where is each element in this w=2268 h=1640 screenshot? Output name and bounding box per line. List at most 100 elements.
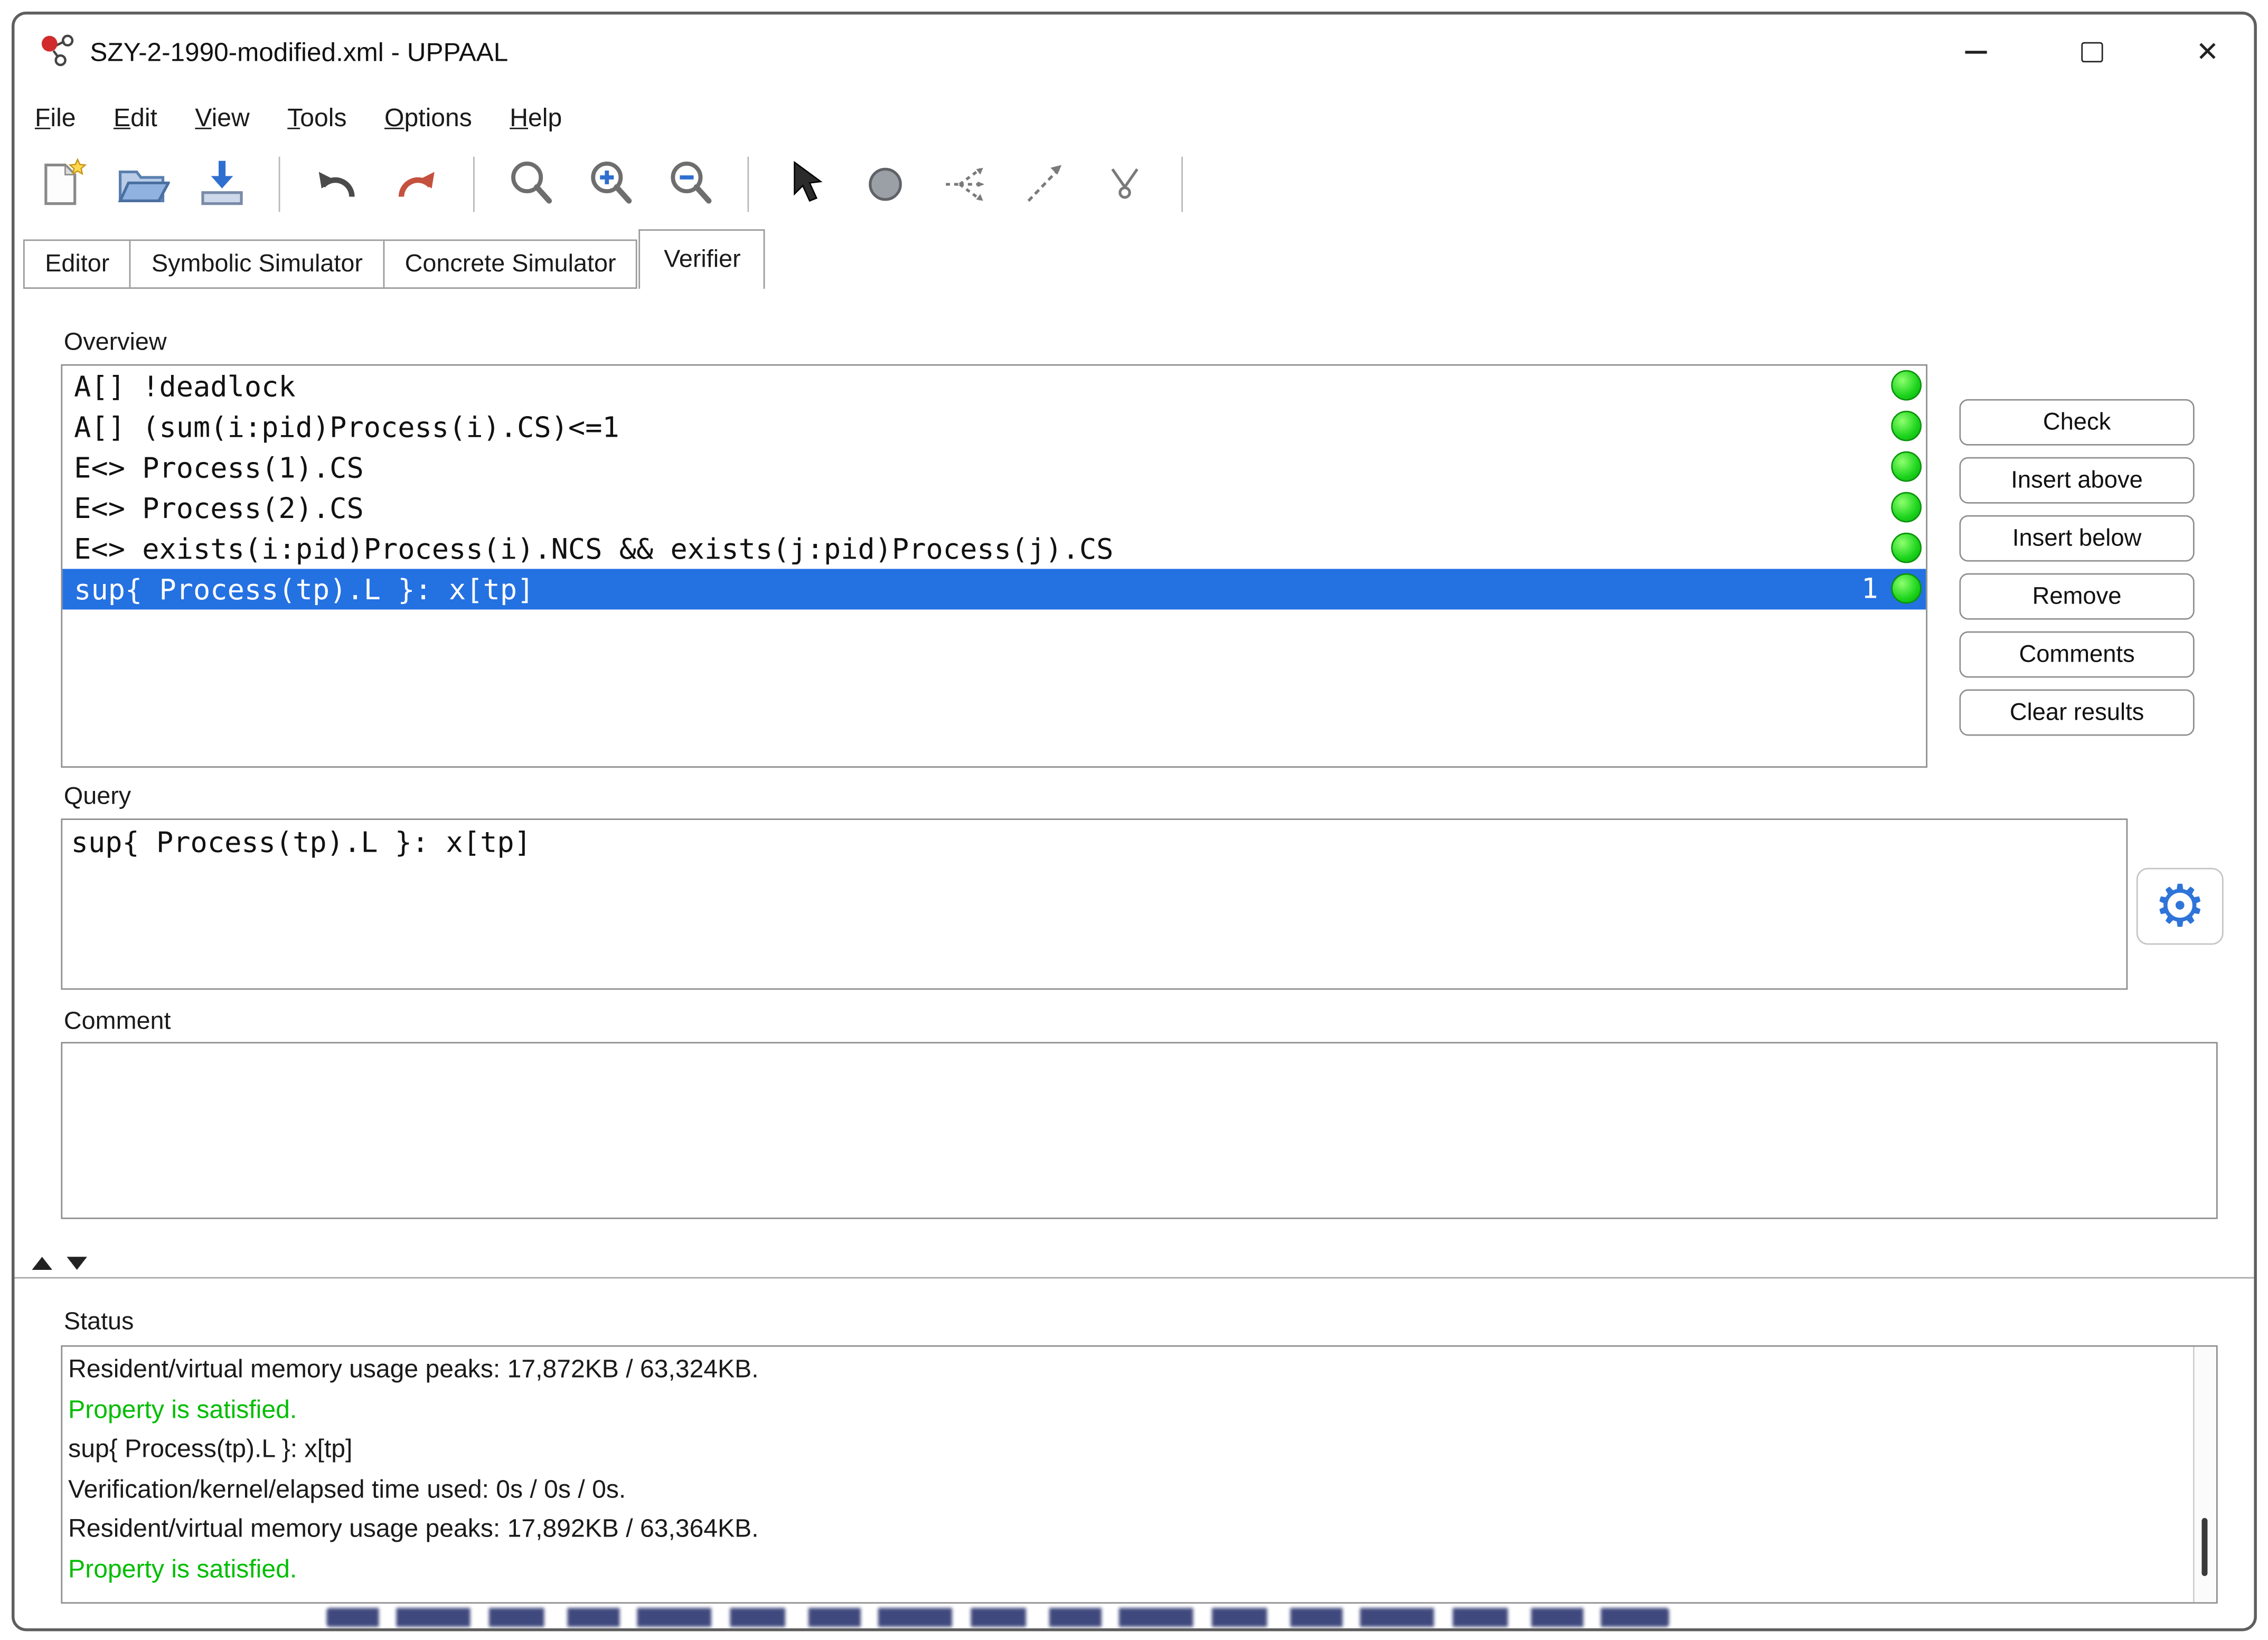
menu-file[interactable]: File [35,102,76,133]
selection-tool-button[interactable] [775,154,836,214]
comment-label: Comment [64,1007,171,1036]
query-row[interactable]: A[] !deadlock [62,366,1926,407]
add-branchpoint-tool-button[interactable] [935,154,995,214]
location-circle-icon [858,157,912,212]
uppaal-logo-icon [37,32,75,69]
menu-view[interactable]: View [195,102,249,133]
branchpoint-icon [938,157,993,212]
open-file-icon [115,157,170,212]
add-location-tool-button[interactable] [855,154,916,214]
overview-query-list[interactable]: A[] !deadlock A[] (sum(i:pid)Process(i).… [61,364,1927,768]
query-row-selected[interactable]: sup{ Process(tp).L }: x[tp] 1 [62,569,1926,609]
insert-above-button[interactable]: Insert above [1959,457,2194,504]
menu-tools[interactable]: Tools [287,102,346,133]
status-line: Resident/virtual memory usage peaks: 17,… [68,1509,2187,1549]
nail-icon [1097,157,1152,212]
tab-symbolic-simulator[interactable]: Symbolic Simulator [131,241,385,287]
open-file-button[interactable] [112,154,173,214]
query-text: sup{ Process(tp).L }: x[tp] [74,572,534,606]
insert-below-button[interactable]: Insert below [1959,515,2194,562]
toolbar-divider [279,157,280,212]
menu-options[interactable]: Options [384,102,472,133]
scrollbar-thumb[interactable] [2201,1518,2207,1576]
toolbar [14,145,2254,223]
maximize-icon [2081,42,2102,62]
tab-editor[interactable]: Editor [25,241,131,287]
query-text: A[] !deadlock [74,369,295,402]
status-line: Verification/kernel/elapsed time used: 0… [68,1469,2187,1510]
minimize-icon [1964,51,1986,53]
splitter-collapse-down-icon[interactable] [67,1257,87,1270]
status-satisfied-icon [1891,451,1922,482]
comments-button[interactable]: Comments [1959,632,2194,678]
close-button[interactable]: ✕ [2176,23,2239,81]
window-controls: ✕ [1943,23,2239,81]
uppaal-window: SZY-2-1990-modified.xml - UPPAAL ✕ File … [12,12,2257,1631]
query-text: E<> Process(1).CS [74,450,364,484]
comment-editor[interactable] [61,1042,2217,1219]
toolbar-divider [747,157,749,212]
zoom-out-button[interactable] [661,154,721,214]
query-editor[interactable]: sup{ Process(tp).L }: x[tp] [61,818,2128,989]
undo-button[interactable] [306,154,367,214]
remove-button[interactable]: Remove [1959,573,2194,620]
status-line: Property is satisfied. [68,1549,2187,1589]
zoom-icon [504,157,559,212]
minimize-button[interactable] [1943,23,2007,81]
query-row[interactable]: E<> Process(2).CS [62,487,1926,528]
save-file-button[interactable] [192,154,252,214]
status-satisfied-icon [1891,492,1922,523]
redo-button[interactable] [386,154,447,214]
edge-icon [1018,157,1072,212]
status-scrollbar[interactable] [2193,1347,2216,1603]
menu-edit[interactable]: Edit [114,102,157,133]
undo-icon [309,157,364,212]
status-line: sup{ Process(tp).L }: x[tp] [68,1429,2187,1469]
zoom-button[interactable] [501,154,561,214]
window-title: SZY-2-1990-modified.xml - UPPAAL [90,14,508,90]
tab-verifier[interactable]: Verifier [639,229,766,289]
menu-bar: File Edit View Tools Options Help [14,90,2254,145]
add-edge-tool-button[interactable] [1014,154,1075,214]
query-row[interactable]: E<> Process(1).CS [62,447,1926,488]
tab-concrete-simulator[interactable]: Concrete Simulator [384,241,636,287]
status-satisfied-icon [1891,370,1922,401]
menu-help[interactable]: Help [510,102,562,133]
status-satisfied-icon [1891,573,1922,604]
status-splitter[interactable] [14,1241,2254,1278]
query-badge: 1 [1861,573,1878,605]
status-log[interactable]: Resident/virtual memory usage peaks: 17,… [61,1345,2217,1604]
save-file-icon [194,157,249,212]
toolbar-divider [473,157,475,212]
status-satisfied-icon [1891,533,1922,563]
clear-results-button[interactable]: Clear results [1959,690,2194,736]
main-tabs: Editor Symbolic Simulator Concrete Simul… [23,229,765,289]
title-bar: SZY-2-1990-modified.xml - UPPAAL ✕ [14,14,2254,90]
redo-icon [389,157,444,212]
query-text: E<> exists(i:pid)Process(i).NCS && exist… [74,532,1113,565]
query-options-button[interactable]: ⚙ [2137,868,2224,945]
zoom-in-icon [584,157,638,212]
toolbar-divider [1181,157,1183,212]
zoom-in-button[interactable] [580,154,641,214]
query-text: E<> Process(2).CS [74,491,364,524]
status-line: Property is satisfied. [68,1390,2187,1430]
status-satisfied-icon [1891,411,1922,441]
splitter-collapse-up-icon[interactable] [32,1257,52,1270]
status-line: Resident/virtual memory usage peaks: 17,… [68,1350,2187,1390]
new-document-button[interactable] [32,154,92,214]
check-button[interactable]: Check [1959,399,2194,446]
maximize-button[interactable] [2059,23,2123,81]
selection-cursor-icon [778,157,833,212]
query-row[interactable]: E<> exists(i:pid)Process(i).NCS && exist… [62,528,1926,569]
query-label: Query [64,782,131,811]
status-label: Status [64,1307,134,1336]
query-text: A[] (sum(i:pid)Process(i).CS)<=1 [74,410,619,443]
add-nail-tool-button[interactable] [1094,154,1155,214]
close-icon: ✕ [2196,39,2219,66]
screen: SZY-2-1990-modified.xml - UPPAAL ✕ File … [0,0,2268,1640]
background-text-fragment [326,1608,1669,1627]
query-row[interactable]: A[] (sum(i:pid)Process(i).CS)<=1 [62,407,1926,447]
gear-icon: ⚙ [2154,877,2206,935]
zoom-out-icon [663,157,718,212]
